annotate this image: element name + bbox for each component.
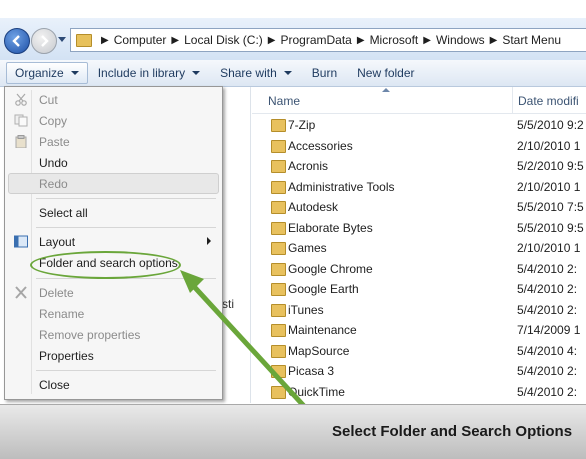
caption-band: Select Folder and Search Options xyxy=(0,404,586,459)
annotation-arrow xyxy=(180,270,329,433)
caption-text: Select Folder and Search Options xyxy=(332,423,573,440)
